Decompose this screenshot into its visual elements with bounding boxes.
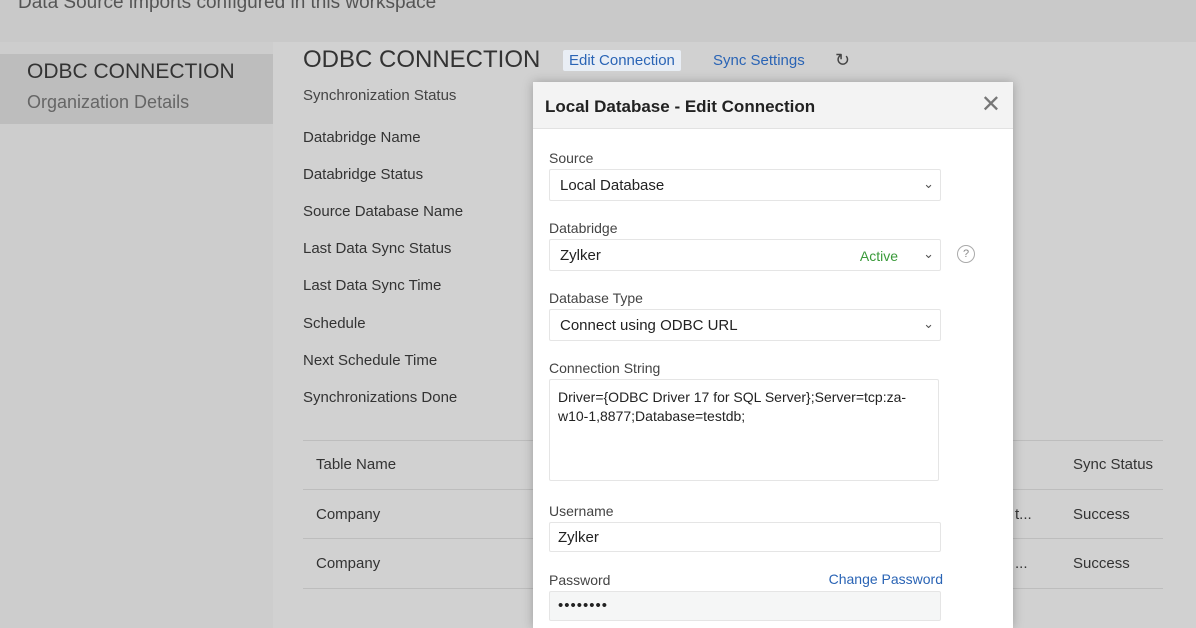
table-cell-truncated: t... — [1015, 506, 1032, 523]
field-label: Databridge Status — [303, 166, 424, 183]
source-select[interactable]: Local Database ⌄ — [549, 169, 941, 201]
edit-connection-dialog: Local Database - Edit Connection ✕ Sourc… — [533, 82, 1013, 628]
table-cell-truncated: ... — [1015, 555, 1028, 572]
chevron-down-icon: ⌄ — [923, 246, 934, 261]
refresh-icon[interactable]: ↻ — [835, 50, 850, 71]
close-icon[interactable]: ✕ — [981, 90, 1001, 119]
sidebar-item-odbc-connection[interactable]: ODBC CONNECTION Organization Details — [0, 54, 273, 124]
password-input[interactable]: •••••••• — [549, 591, 941, 621]
field-label: Source Database Name — [303, 203, 464, 220]
connection-string-label: Connection String — [549, 360, 661, 376]
password-label: Password — [549, 572, 611, 588]
chevron-down-icon: ⌄ — [923, 316, 934, 331]
table-header-sync-status[interactable]: Sync Status — [1073, 456, 1153, 473]
dialog-title: Local Database - Edit Connection — [545, 97, 816, 116]
databridge-select[interactable]: Zylker Active ⌄ — [549, 239, 941, 271]
sidebar: ODBC CONNECTION Organization Details — [0, 42, 273, 628]
help-icon[interactable]: ? — [957, 245, 975, 263]
workspace-header-text: Data Source imports configured in this w… — [18, 0, 437, 13]
source-select-value: Local Database — [560, 177, 665, 194]
field-label: Synchronizations Done — [303, 389, 458, 406]
sidebar-item-subtitle: Organization Details — [27, 92, 190, 112]
username-input[interactable]: Zylker — [549, 522, 941, 552]
databridge-status-badge: Active — [859, 248, 898, 264]
chevron-down-icon: ⌄ — [923, 176, 934, 191]
table-cell-table-name[interactable]: Company — [316, 555, 380, 572]
sync-status-label: Synchronization Status — [303, 87, 457, 104]
field-label: Databridge Name — [303, 129, 421, 146]
username-input-value: Zylker — [558, 529, 599, 546]
connection-string-textarea[interactable]: Driver={ODBC Driver 17 for SQL Server};S… — [549, 379, 939, 481]
top-bar: Data Source imports configured in this w… — [0, 0, 1196, 42]
sync-settings-link[interactable]: Sync Settings — [713, 52, 805, 69]
database-type-label: Database Type — [549, 290, 643, 306]
dialog-header: Local Database - Edit Connection ✕ — [533, 82, 1013, 129]
field-label: Last Data Sync Time — [303, 277, 442, 294]
databridge-label: Databridge — [549, 220, 618, 236]
table-cell-sync-status: Success — [1073, 506, 1130, 523]
table-header-table-name[interactable]: Table Name — [316, 456, 396, 473]
username-label: Username — [549, 503, 614, 519]
field-label: Last Data Sync Status — [303, 240, 452, 257]
sidebar-item-title: ODBC CONNECTION — [27, 60, 235, 83]
source-label: Source — [549, 150, 594, 166]
change-password-link[interactable]: Change Password — [829, 571, 943, 587]
password-input-value: •••••••• — [558, 597, 609, 614]
database-type-select[interactable]: Connect using ODBC URL ⌄ — [549, 309, 941, 341]
table-cell-sync-status: Success — [1073, 555, 1130, 572]
table-cell-table-name[interactable]: Company — [316, 506, 380, 523]
field-label: Next Schedule Time — [303, 352, 438, 369]
database-type-select-value: Connect using ODBC URL — [560, 317, 738, 334]
page-title: ODBC CONNECTION — [303, 46, 541, 73]
field-label: Schedule — [303, 315, 366, 332]
databridge-select-value: Zylker — [560, 247, 601, 264]
edit-connection-link[interactable]: Edit Connection — [563, 50, 681, 71]
